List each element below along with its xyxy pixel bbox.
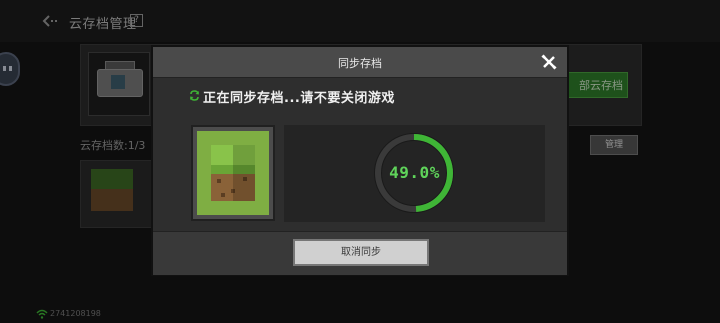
cancel-sync-button[interactable]: 取消同步 [293, 239, 429, 266]
progress-panel: 49.0% [284, 125, 545, 222]
dialog-title: 同步存档 [338, 57, 382, 70]
progress-percent: 49.0% [389, 163, 440, 182]
sync-dialog: 同步存档 正在同步存档...请不要关闭游戏 49.0% 取消同步 [151, 45, 569, 276]
sync-icon [189, 90, 200, 101]
dialog-footer: 取消同步 [153, 231, 567, 275]
close-icon[interactable] [541, 54, 557, 70]
dialog-header: 同步存档 [153, 47, 567, 78]
sync-status-text: 正在同步存档...请不要关闭游戏 [203, 91, 395, 106]
world-thumbnail [191, 125, 275, 221]
